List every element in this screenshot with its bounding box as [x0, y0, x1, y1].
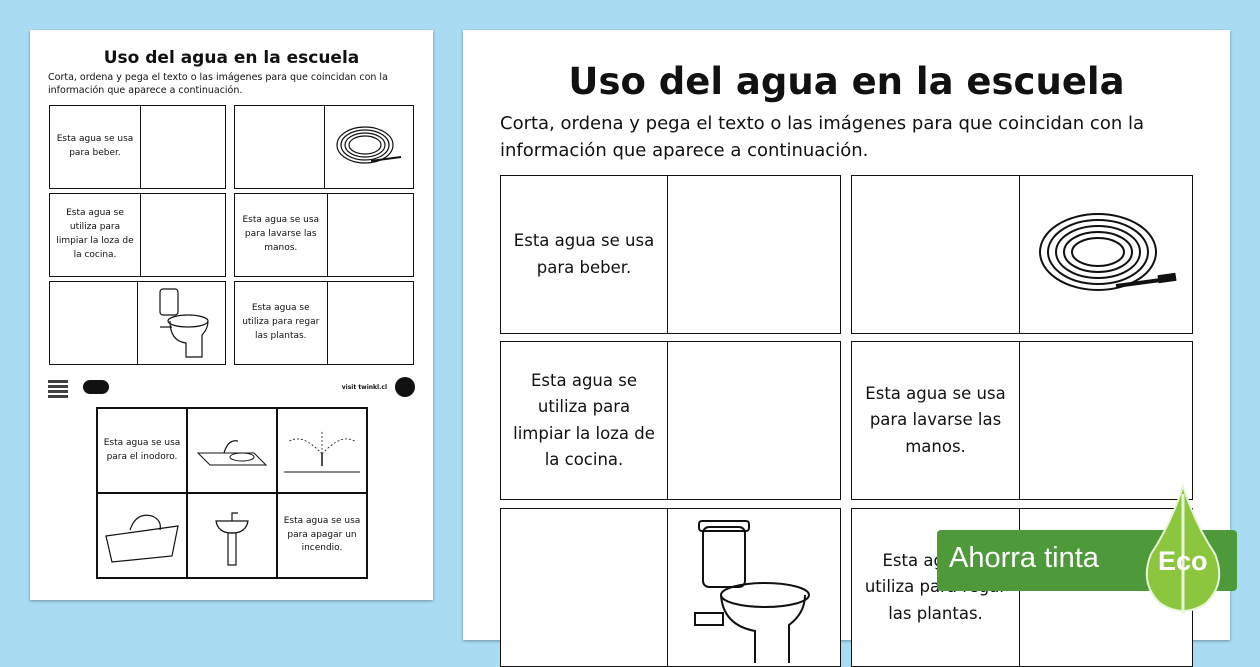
card-blank: [1019, 342, 1192, 499]
twinkl-logo-icon: [83, 380, 109, 394]
cutout-grid: Esta agua se usa para el inodoro. Esta a…: [96, 407, 368, 579]
match-card: Esta agua se usa para beber.: [500, 175, 841, 334]
instructions: Corta, ordena y pega el texto o las imág…: [500, 110, 1210, 164]
card-blank: [326, 194, 414, 276]
card-blank: [667, 342, 840, 499]
cutout-text: Esta agua se usa para apagar un incendio…: [277, 493, 367, 578]
match-card: [234, 105, 414, 189]
card-text: Esta agua se usa para lavarse las manos.: [242, 215, 320, 253]
wash-basin-icon: [187, 493, 277, 578]
match-card: [49, 281, 226, 365]
cutout-text: Esta agua se usa para el inodoro.: [97, 408, 187, 493]
match-card: [851, 175, 1193, 334]
page-title: Uso del agua en la escuela: [568, 60, 1125, 103]
card-text: Esta agua se utiliza para limpiar la loz…: [513, 370, 655, 469]
card-blank: [140, 194, 225, 276]
eco-badge-eco: Eco: [1158, 546, 1208, 576]
match-card: Esta agua se utiliza para limpiar la loz…: [49, 193, 226, 277]
card-text: Esta agua se usa para beber.: [56, 134, 134, 158]
card-text: Esta agua se utiliza para regar las plan…: [242, 303, 320, 341]
card-blank: [501, 509, 667, 666]
instructions-line: información que aparece a continuación.: [500, 140, 869, 161]
toilet-icon: [667, 509, 840, 666]
match-card: Esta agua se usa para beber.: [49, 105, 226, 189]
card-blank: [140, 106, 225, 188]
instructions: Corta, ordena y pega el texto o las imág…: [48, 72, 388, 97]
instructions-line: Corta, ordena y pega el texto o las imág…: [500, 113, 1145, 134]
worksheet-preview-small: Uso del agua en la escuela Corta, ordena…: [30, 30, 433, 600]
garden-hose-icon: [323, 106, 414, 188]
sprinkler-icon: [277, 408, 367, 493]
match-card: Esta agua se utiliza para regar las plan…: [234, 281, 414, 365]
garden-hose-icon: [1019, 176, 1192, 333]
kitchen-sink-icon: [187, 408, 277, 493]
card-text: Esta agua se usa para beber.: [513, 231, 655, 277]
footer: visit twinkl.cl: [48, 376, 415, 400]
card-blank: [326, 282, 414, 364]
eco-badge-label: Ahorra tinta: [949, 542, 1099, 574]
match-card: [500, 508, 841, 667]
card-blank: [667, 176, 840, 333]
match-card: Esta agua se usa para lavarse las manos.: [851, 341, 1193, 500]
qr-code-icon: [48, 378, 68, 398]
badge-logo-icon: [395, 377, 415, 397]
card-text: Esta agua se utiliza para limpiar la loz…: [56, 208, 134, 260]
card-text: Esta agua se usa para lavarse las manos.: [865, 383, 1006, 456]
card-blank: [235, 106, 324, 188]
bathtub-icon: [97, 493, 187, 578]
footer-url: visit twinkl.cl: [341, 384, 387, 391]
card-blank: [852, 176, 1019, 333]
match-card: Esta agua se utiliza para limpiar la loz…: [500, 341, 841, 500]
toilet-icon: [137, 282, 225, 364]
card-blank: [50, 282, 137, 364]
match-card: Esta agua se usa para lavarse las manos.: [234, 193, 414, 277]
page-title: Uso del agua en la escuela: [103, 48, 360, 68]
